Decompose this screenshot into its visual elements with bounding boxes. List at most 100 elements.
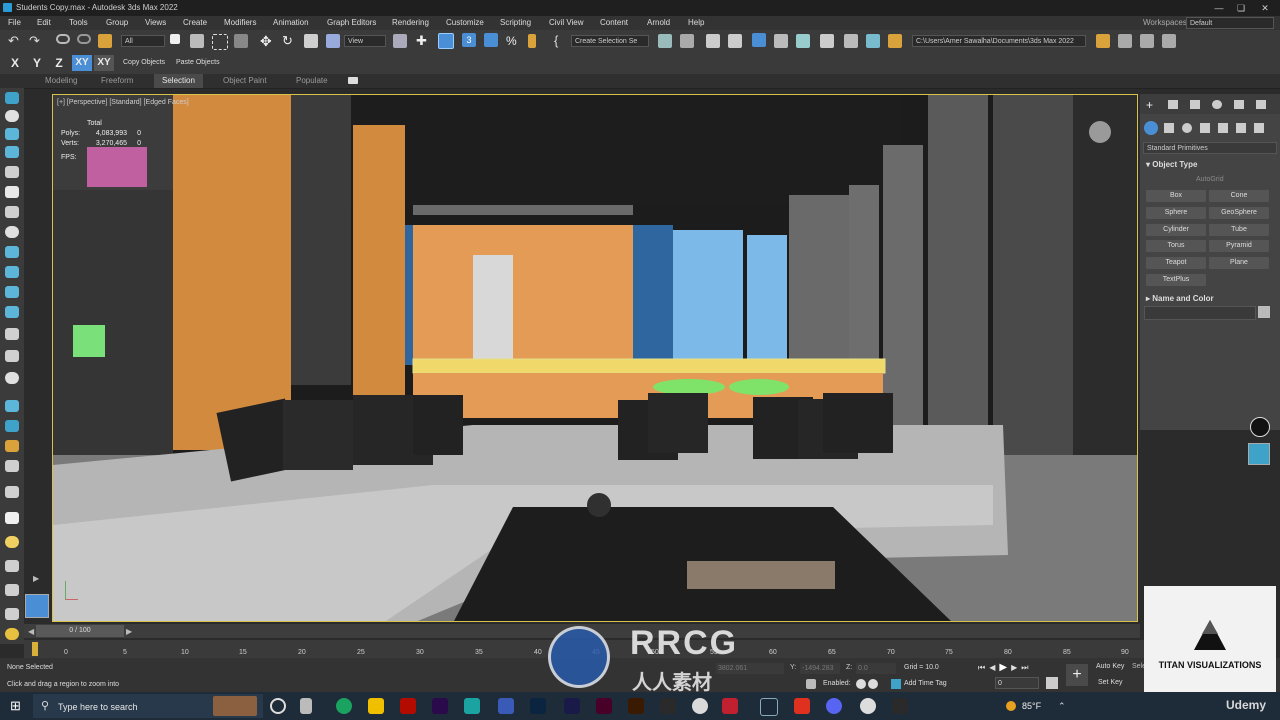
epic-launcher-icon[interactable] [892,698,908,714]
box-button[interactable]: Box [1146,190,1206,202]
auto-key-button[interactable]: Auto Key [1096,663,1124,670]
time-tag-icon[interactable] [868,679,878,689]
utilities-icon[interactable] [5,536,19,548]
toggle-ribbon-icon[interactable] [752,33,766,47]
scale-icon[interactable] [304,34,318,48]
toggle-layer-explorer-icon[interactable] [728,34,742,48]
layers-icon[interactable] [5,266,19,278]
redo-icon[interactable]: ↷ [29,34,43,48]
schematic-view-icon[interactable] [796,34,810,48]
goto-start-icon[interactable]: ⏮ [978,663,985,673]
selection-filter-dropdown[interactable]: All [121,35,165,47]
premiere-icon[interactable] [432,698,448,714]
axis-z-button[interactable]: Z [50,55,68,71]
camera-icon[interactable] [5,328,19,340]
chrome-icon[interactable] [336,698,352,714]
pyramid-button[interactable]: Pyramid [1209,240,1269,252]
systems-category-icon[interactable] [1254,123,1264,133]
prev-frame-icon[interactable]: ◀ [989,663,995,672]
unreal-icon[interactable] [692,698,708,714]
add-time-tag-icon[interactable] [891,679,901,689]
lock-icon[interactable] [806,679,816,689]
undo-icon[interactable]: ↶ [8,34,22,48]
shapes-icon[interactable] [5,146,19,158]
axis-x-button[interactable]: X [6,55,24,71]
cortana-icon[interactable] [270,698,286,714]
sun-light-icon[interactable] [5,628,19,640]
toggle-scene-explorer-icon[interactable] [706,34,720,48]
teapot-button[interactable]: Teapot [1146,257,1206,269]
shapes-category-icon[interactable] [1164,123,1174,133]
menu-create[interactable]: Create [183,18,207,27]
geometry-icon[interactable] [5,128,19,140]
weather-temp[interactable]: 85°F [1022,701,1041,711]
rectangular-selection-icon[interactable] [212,34,228,50]
menu-views[interactable]: Views [145,18,166,27]
percent-snap-icon[interactable]: % [506,34,520,48]
place-icon[interactable] [326,34,340,48]
modifier-icon[interactable] [5,460,19,472]
axis-xy-button[interactable]: XY [72,55,92,71]
zoom-icon[interactable] [5,608,19,620]
extra-tool-icon[interactable] [1162,34,1176,48]
viewcube-icon[interactable] [1089,121,1111,143]
helper-icon[interactable] [5,350,19,362]
goto-end-icon[interactable]: ⏭ [1021,663,1028,673]
window-crossing-icon[interactable] [234,34,248,48]
tube-button[interactable]: Tube [1209,224,1269,236]
pivot-center-icon[interactable] [393,34,407,48]
snaps-toggle-icon[interactable]: 3 [462,33,476,47]
viewport-layout-icon[interactable] [25,594,49,618]
file-explorer-icon[interactable] [368,698,384,714]
hierarchy-tab-icon[interactable] [1190,100,1200,109]
unlink-icon[interactable] [77,34,91,44]
viewport-label[interactable]: [+] [Perspective] [Standard] [Edged Face… [57,99,189,106]
helpers-category-icon[interactable] [1218,123,1228,133]
geometry-category-icon[interactable] [1144,121,1158,135]
task-view-icon[interactable] [300,698,312,714]
steam-icon[interactable] [760,698,778,716]
open-file-icon[interactable] [1118,34,1132,48]
torus-button[interactable]: Torus [1146,240,1206,252]
edit-named-selection-icon[interactable]: { [554,34,568,48]
menu-scripting[interactable]: Scripting [500,18,531,27]
pan-icon[interactable] [5,560,19,572]
viewport-scroll-arrow-icon[interactable]: ▶ [33,574,39,583]
tab-selection[interactable]: Selection [154,74,203,88]
tab-freeform[interactable]: Freeform [101,76,133,85]
next-frame-icon[interactable]: ▶ [1011,663,1017,672]
object-name-field[interactable] [1144,306,1256,320]
link-icon[interactable] [56,34,70,44]
add-time-tag-button[interactable]: Add Time Tag [904,680,947,687]
object-type-header[interactable]: ▾ Object Type [1146,160,1197,169]
sphere-button[interactable]: Sphere [1146,207,1206,219]
app-red-icon[interactable] [794,698,810,714]
material-icon[interactable] [5,440,19,452]
cylinder-icon[interactable] [5,206,19,218]
utilities-tab-icon[interactable] [1256,100,1266,109]
autogrid-checkbox[interactable]: AutoGrid [1196,176,1224,183]
select-by-name-icon[interactable] [190,34,204,48]
render-production-icon[interactable] [888,34,902,48]
move-icon[interactable]: ✥ [260,34,274,48]
z-coordinate-field[interactable]: 0.0 [856,663,896,674]
named-selection-dropdown[interactable]: Create Selection Se [571,35,649,47]
y-coordinate-field[interactable]: -1494.283 [800,663,840,674]
spinner-snap-icon[interactable] [528,34,536,48]
reference-coordinate-dropdown[interactable]: View [344,35,386,47]
tab-object-paint[interactable]: Object Paint [223,76,267,85]
lights-category-icon[interactable] [1182,123,1192,133]
perspective-viewport[interactable]: [+] [Perspective] [Standard] [Edged Face… [52,94,1138,622]
box-icon[interactable] [5,246,19,258]
weather-icon[interactable] [1006,701,1016,711]
display-tab-icon[interactable] [1234,100,1244,109]
time-config-icon[interactable] [1046,677,1058,689]
copy-objects-button[interactable]: Copy Objects [123,59,165,66]
menu-rendering[interactable]: Rendering [392,18,429,27]
lightbulb-overlay-icon[interactable] [1250,417,1270,437]
angle-snap-icon[interactable] [484,33,498,47]
menu-file[interactable]: File [8,18,21,27]
play-icon[interactable]: ▶ [999,662,1007,673]
material-editor-icon[interactable] [820,34,834,48]
enabled-toggle-icon[interactable] [856,679,866,689]
